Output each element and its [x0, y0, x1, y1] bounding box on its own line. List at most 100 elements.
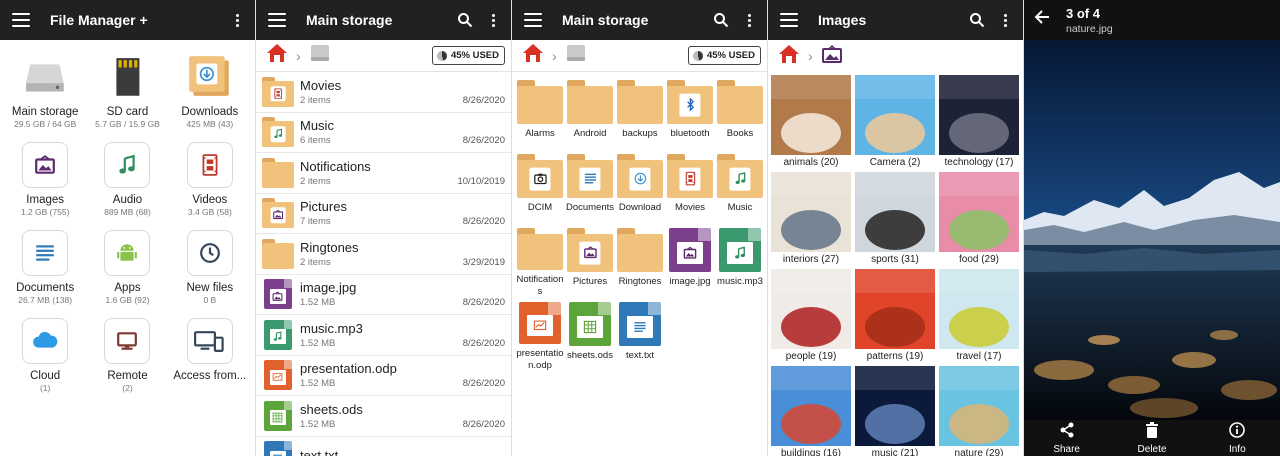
storage-tile[interactable]: Main storage 29.5 GB / 64 GB — [4, 54, 86, 134]
delete-button[interactable]: Delete — [1122, 421, 1182, 455]
album-tile[interactable]: patterns (19) — [855, 269, 935, 366]
storage-used-badge[interactable]: 45% USED — [687, 46, 761, 65]
row-subtitle: 7 items — [300, 216, 331, 228]
file-row[interactable]: music.mp3 1.52 MB 8/26/2020 — [256, 315, 511, 356]
folder-tile[interactable]: Ringtones — [615, 224, 665, 298]
album-tile[interactable]: buildings (16) — [771, 366, 851, 456]
file-icon — [264, 360, 292, 391]
folder-icon — [517, 228, 563, 270]
album-tile[interactable]: travel (17) — [939, 269, 1019, 366]
album-tile[interactable]: interiors (27) — [771, 172, 851, 269]
file-row[interactable]: presentation.odp 1.52 MB 8/26/2020 — [256, 356, 511, 396]
folder-tile[interactable]: Music — [715, 150, 765, 224]
folder-icon — [262, 198, 294, 229]
back-arrow-icon[interactable] — [1034, 10, 1050, 29]
file-row[interactable]: image.jpg 1.52 MB 8/26/2020 — [256, 275, 511, 315]
row-date: 3/29/2019 — [462, 256, 505, 268]
menu-icon[interactable] — [12, 13, 30, 27]
album-tile[interactable]: Camera (2) — [855, 75, 935, 172]
folder-row[interactable]: Pictures 7 items 8/26/2020 — [256, 194, 511, 234]
file-tile[interactable]: text.txt — [615, 298, 665, 372]
row-name: sheets.ods — [300, 401, 363, 417]
search-icon[interactable] — [965, 8, 989, 32]
folder-tile[interactable]: backups — [615, 76, 665, 150]
storage-used-badge[interactable]: 45% USED — [431, 46, 505, 65]
breadcrumb: › — [768, 40, 1023, 72]
cloud-icon — [22, 318, 69, 364]
storage-tile[interactable]: Apps 1.6 GB (92) — [86, 230, 168, 310]
search-icon[interactable] — [453, 8, 477, 32]
album-tile[interactable]: music (21) — [855, 366, 935, 456]
menu-icon[interactable] — [524, 13, 542, 27]
file-row[interactable]: text.txt — [256, 437, 511, 456]
storage-tile[interactable]: Documents 26.7 MB (138) — [4, 230, 86, 310]
search-icon[interactable] — [709, 8, 733, 32]
storage-tile[interactable]: Images 1.2 GB (755) — [4, 142, 86, 222]
album-tile[interactable]: nature (29) — [939, 366, 1019, 456]
album-tile[interactable]: sports (31) — [855, 172, 935, 269]
storage-tile[interactable]: Audio 889 MB (68) — [86, 142, 168, 222]
image-icon[interactable] — [821, 44, 843, 69]
file-tile[interactable]: music.mp3 — [715, 224, 765, 298]
file-icon — [669, 228, 711, 272]
menu-icon[interactable] — [780, 13, 798, 27]
film-icon — [186, 142, 233, 188]
folder-tile[interactable]: Notifications — [515, 224, 565, 298]
folder-tile[interactable]: Alarms — [515, 76, 565, 150]
folder-tile[interactable]: Pictures — [565, 224, 615, 298]
nature-photo[interactable] — [1024, 40, 1280, 420]
menu-icon[interactable] — [268, 13, 286, 27]
home-icon[interactable] — [778, 44, 800, 69]
folder-tile[interactable]: Books — [715, 76, 765, 150]
drive-icon[interactable] — [565, 43, 587, 68]
album-tile[interactable]: people (19) — [771, 269, 851, 366]
sd-card-icon — [104, 54, 150, 100]
home-icon[interactable] — [522, 43, 544, 68]
row-date: 8/26/2020 — [462, 94, 505, 106]
monitor-icon — [104, 318, 151, 364]
file-tile[interactable]: presentation.odp — [515, 298, 565, 372]
more-options-icon[interactable] — [737, 8, 761, 32]
tile-label: Books — [726, 128, 754, 139]
file-tile[interactable]: sheets.ods — [565, 298, 615, 372]
pie-icon — [436, 50, 447, 61]
storage-tile[interactable]: New files 0 B — [169, 230, 251, 310]
album-tile[interactable]: technology (17) — [939, 75, 1019, 172]
folder-tile[interactable]: bluetooth — [665, 76, 715, 150]
tile-label: music.mp3 — [717, 276, 763, 287]
folder-tile[interactable]: Android — [565, 76, 615, 150]
folder-tile[interactable]: Movies — [665, 150, 715, 224]
album-tile[interactable]: animals (20) — [771, 75, 851, 172]
folder-row[interactable]: Ringtones 2 items 3/29/2019 — [256, 234, 511, 275]
file-grid: Alarms Android backups bluetooth Books DCIM Do… — [512, 72, 767, 372]
tile-label: Notifications — [516, 274, 564, 297]
file-row[interactable]: sheets.ods 1.52 MB 8/26/2020 — [256, 396, 511, 437]
drive-icon[interactable] — [309, 43, 331, 68]
more-options-icon[interactable] — [993, 8, 1017, 32]
storage-tile[interactable]: Remote (2) — [86, 318, 168, 398]
album-thumbnail — [855, 75, 935, 155]
folder-tile[interactable]: DCIM — [515, 150, 565, 224]
info-button[interactable]: Info — [1207, 421, 1267, 455]
folder-icon — [517, 154, 563, 198]
more-options-icon[interactable] — [481, 8, 505, 32]
storage-tile[interactable]: Videos 3.4 GB (58) — [169, 142, 251, 222]
folder-tile[interactable]: Download — [615, 150, 665, 224]
screen-title: Main storage — [306, 12, 393, 28]
folder-row[interactable]: Notifications 2 items 10/10/2019 — [256, 153, 511, 194]
album-tile[interactable]: food (29) — [939, 172, 1019, 269]
row-name: image.jpg — [300, 280, 357, 296]
folder-row[interactable]: Music 6 items 8/26/2020 — [256, 113, 511, 153]
folder-icon — [262, 157, 294, 188]
folder-tile[interactable]: Documents — [565, 150, 615, 224]
storage-tile[interactable]: Cloud (1) — [4, 318, 86, 398]
share-button[interactable]: Share — [1037, 422, 1097, 455]
more-options-icon[interactable] — [225, 8, 249, 32]
storage-tile[interactable]: Access from... — [169, 318, 251, 398]
storage-tile[interactable]: SD card 5.7 GB / 15.9 GB — [86, 54, 168, 134]
file-tile[interactable]: image.jpg — [665, 224, 715, 298]
home-icon[interactable] — [266, 43, 288, 68]
storage-tile[interactable]: Downloads 425 MB (43) — [169, 54, 251, 134]
chevron-right-icon: › — [296, 47, 301, 64]
folder-row[interactable]: Movies 2 items 8/26/2020 — [256, 72, 511, 113]
